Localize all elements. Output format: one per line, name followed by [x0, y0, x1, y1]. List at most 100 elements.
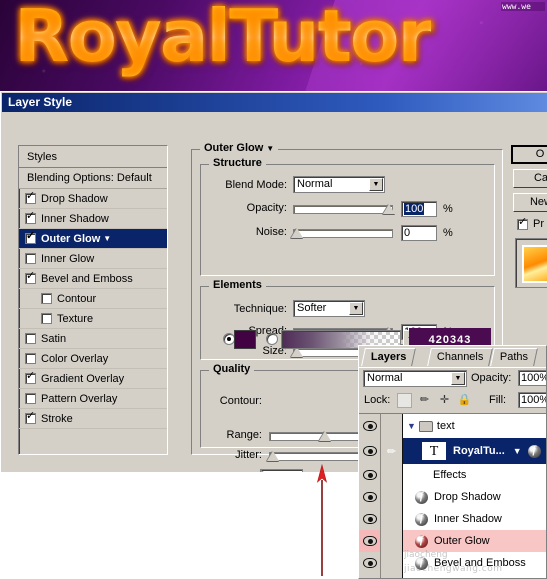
styles-list[interactable]: Styles Blending Options: Default Drop Sh…: [18, 145, 168, 455]
opacity-slider-thumb[interactable]: [383, 204, 395, 214]
list-item[interactable]: f Inner Shadow: [359, 508, 546, 530]
checkbox-stroke[interactable]: [25, 410, 36, 424]
opacity-slider[interactable]: [293, 205, 393, 214]
lock-transparent-pixels-icon[interactable]: [397, 393, 412, 408]
technique-select[interactable]: Softer ▼: [293, 300, 365, 317]
noise-slider-thumb[interactable]: [291, 228, 303, 238]
noise-input[interactable]: 0: [401, 225, 437, 241]
layer-visibility-toggle[interactable]: [359, 464, 381, 486]
chevron-down-icon[interactable]: ▼: [513, 446, 522, 456]
tab-layers[interactable]: Layers: [361, 348, 417, 366]
layer-effects-icon[interactable]: f: [527, 444, 541, 458]
style-row-stroke[interactable]: Stroke: [19, 409, 167, 429]
effect-row-body[interactable]: f Drop Shadow: [403, 490, 546, 504]
layers-list[interactable]: ▼ text ✏ T RoyalTu... ▼ f Effects f Drop…: [359, 413, 546, 578]
preview-row[interactable]: Pr: [517, 216, 544, 230]
glow-color-swatch[interactable]: [234, 330, 256, 349]
checkbox-pattern-overlay[interactable]: [25, 393, 36, 404]
blending-options-row[interactable]: Blending Options: Default: [19, 168, 167, 189]
preview-label: Pr: [533, 218, 544, 230]
layer-row-body[interactable]: T RoyalTu... ▼ f: [403, 441, 546, 461]
layer-group-row-body[interactable]: ▼ text: [403, 420, 546, 432]
checkbox-satin[interactable]: [25, 333, 36, 344]
layer-visibility-toggle[interactable]: [359, 486, 381, 508]
contour-preview[interactable]: ▼: [260, 469, 303, 472]
list-item[interactable]: ▼ text: [359, 414, 546, 438]
opacity-label: Opacity:: [246, 202, 287, 214]
chevron-down-icon: ▼: [266, 144, 275, 153]
checkbox-color-overlay[interactable]: [25, 353, 36, 364]
checkbox-bevel-and-emboss[interactable]: [25, 270, 36, 284]
screenshot-root: RoyalTutor www.we Layer Style Styles Ble…: [0, 0, 547, 579]
dialog-titlebar[interactable]: Layer Style: [2, 93, 547, 112]
ok-button[interactable]: O: [511, 145, 547, 164]
style-row-inner-shadow[interactable]: Inner Shadow: [19, 209, 167, 229]
style-label-satin: Satin: [41, 332, 67, 345]
style-row-bevel-and-emboss[interactable]: Bevel and Emboss: [19, 269, 167, 289]
style-row-outer-glow[interactable]: Outer Glow ▼: [19, 229, 167, 249]
layer-visibility-toggle[interactable]: [359, 552, 381, 574]
effect-name: Bevel and Emboss: [434, 557, 526, 569]
style-row-gradient-overlay[interactable]: Gradient Overlay: [19, 369, 167, 389]
outer-glow-legend: Outer Glow ▼: [200, 142, 279, 154]
style-row-drop-shadow[interactable]: Drop Shadow: [19, 189, 167, 209]
chevron-down-icon[interactable]: ▼: [407, 421, 416, 431]
effect-row-body[interactable]: f Outer Glow: [403, 534, 546, 548]
jitter-slider-thumb[interactable]: [267, 451, 279, 461]
list-item[interactable]: f Gradient Overlay: [359, 574, 546, 578]
layer-link-cell[interactable]: [381, 414, 403, 438]
layer-visibility-toggle[interactable]: [359, 530, 381, 552]
style-row-texture[interactable]: Texture: [19, 309, 167, 329]
text-layer-thumbnail-icon[interactable]: T: [421, 441, 447, 461]
tab-paths[interactable]: Paths: [490, 348, 539, 366]
style-row-inner-glow[interactable]: Inner Glow: [19, 249, 167, 269]
layer-visibility-toggle[interactable]: [359, 508, 381, 530]
effect-icon: f: [415, 556, 428, 570]
list-item[interactable]: Effects: [359, 464, 546, 486]
list-item[interactable]: f Drop Shadow: [359, 486, 546, 508]
layer-link-cell: [381, 486, 403, 508]
tab-channels[interactable]: Channels: [427, 348, 494, 366]
style-row-satin[interactable]: Satin: [19, 329, 167, 349]
layer-visibility-toggle[interactable]: [359, 574, 381, 578]
noise-slider[interactable]: [293, 229, 393, 238]
layers-fill-input[interactable]: 100%: [518, 392, 546, 408]
checkbox-preview[interactable]: [517, 216, 528, 230]
style-row-color-overlay[interactable]: Color Overlay: [19, 349, 167, 369]
style-row-pattern-overlay[interactable]: Pattern Overlay: [19, 389, 167, 409]
checkbox-outer-glow[interactable]: [25, 230, 36, 244]
style-row-contour[interactable]: Contour: [19, 289, 167, 309]
checkbox-contour[interactable]: [41, 293, 52, 304]
checkbox-drop-shadow[interactable]: [25, 190, 36, 204]
checkbox-inner-glow[interactable]: [25, 253, 36, 264]
lock-position-move-icon[interactable]: ✛: [437, 393, 452, 408]
chevron-down-icon[interactable]: ▼: [349, 302, 363, 315]
quality-legend: Quality: [209, 363, 255, 375]
site-banner: RoyalTutor www.we: [0, 0, 547, 91]
range-slider-thumb[interactable]: [319, 431, 331, 441]
glow-fill-gradient-radio[interactable]: [266, 333, 278, 345]
layers-blend-mode-select[interactable]: Normal ▼: [363, 370, 467, 387]
blend-mode-select[interactable]: Normal ▼: [293, 176, 385, 193]
checkbox-gradient-overlay[interactable]: [25, 370, 36, 384]
effect-row-body[interactable]: f Inner Shadow: [403, 512, 546, 526]
opacity-input[interactable]: 100: [401, 201, 437, 217]
checkbox-inner-shadow[interactable]: [25, 210, 36, 224]
checkbox-texture[interactable]: [41, 313, 52, 324]
cancel-button[interactable]: Ca: [513, 169, 547, 188]
chevron-down-icon[interactable]: ▼: [369, 178, 383, 191]
layer-visibility-toggle[interactable]: [359, 438, 381, 464]
new-style-button[interactable]: New: [513, 193, 547, 212]
list-item[interactable]: f Bevel and Emboss: [359, 552, 546, 574]
list-item[interactable]: ✏ T RoyalTu... ▼ f: [359, 438, 546, 464]
list-item[interactable]: f Outer Glow: [359, 530, 546, 552]
layer-link-cell[interactable]: ✏: [381, 438, 403, 464]
lock-all-padlock-icon[interactable]: 🔒: [457, 393, 472, 408]
layer-visibility-toggle[interactable]: [359, 414, 381, 438]
lock-image-pixels-brush-icon[interactable]: ✏: [417, 393, 432, 408]
layers-opacity-input[interactable]: 100%: [518, 370, 546, 386]
blend-mode-value: Normal: [297, 178, 333, 190]
chevron-down-icon[interactable]: ▼: [451, 372, 465, 385]
effect-row-body[interactable]: f Bevel and Emboss: [403, 556, 546, 570]
layers-opacity-label: Opacity:: [471, 372, 512, 384]
